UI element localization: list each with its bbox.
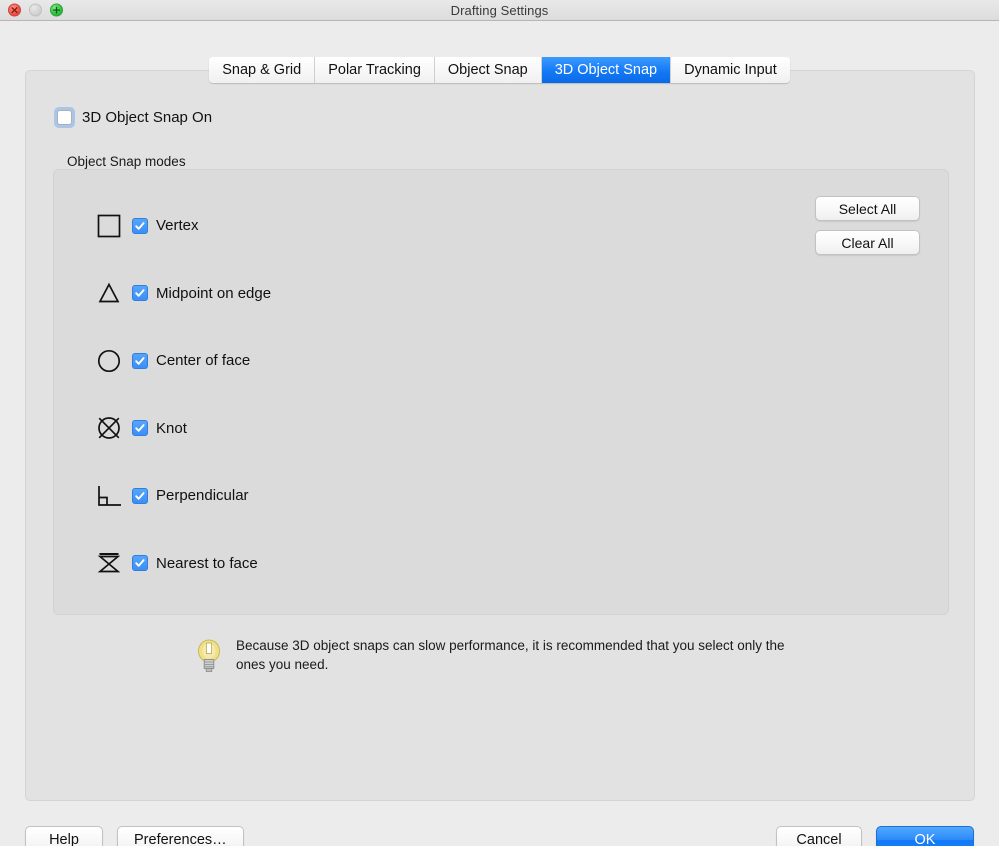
center-of-face-label: Center of face <box>156 352 251 370</box>
vertex-label: Vertex <box>156 217 199 235</box>
perpendicular-label: Perpendicular <box>156 487 249 505</box>
drafting-settings-dialog: 3D Object Snap On Object Snap modes Vert… <box>0 21 999 846</box>
window-title: Drafting Settings <box>450 2 549 18</box>
tab-polar-tracking[interactable]: Polar Tracking <box>315 57 435 83</box>
checkbox-unchecked-icon <box>57 110 72 125</box>
tab-content-panel: 3D Object Snap On Object Snap modes Vert… <box>25 70 975 801</box>
select-all-button[interactable]: Select All <box>815 196 920 221</box>
3d-object-snap-on-row[interactable]: 3D Object Snap On <box>54 107 212 128</box>
preferences-button[interactable]: Preferences… <box>117 826 244 846</box>
tab-dynamic-input[interactable]: Dynamic Input <box>671 57 790 83</box>
lightbulb-icon <box>198 639 220 672</box>
close-button[interactable]: × <box>8 3 21 17</box>
circle-x-icon <box>86 413 132 443</box>
snap-mode-row-nearest-to-face[interactable]: Nearest to face <box>54 530 948 598</box>
tab-object-snap[interactable]: Object Snap <box>434 57 542 83</box>
tab-bar: Snap & Grid Polar Tracking Object Snap 3… <box>0 57 999 83</box>
perpendicular-checkbox[interactable] <box>132 487 148 504</box>
dialog-footer: Help Preferences… Cancel OK <box>0 815 999 846</box>
snap-mode-row-vertex[interactable]: Vertex <box>54 192 948 260</box>
window-controls: × + <box>8 3 63 17</box>
midpoint-on-edge-checkbox[interactable] <box>132 285 148 302</box>
3d-object-snap-on-label: 3D Object Snap On <box>82 109 213 126</box>
maximize-icon: + <box>51 3 62 16</box>
snap-mode-row-knot[interactable]: Knot <box>54 395 948 463</box>
vertex-checkbox[interactable] <box>132 217 148 234</box>
tab-3d-object-snap[interactable]: 3D Object Snap <box>541 57 672 83</box>
object-snap-modes-group: Vertex Midpoint on edge Center of face K… <box>53 169 949 615</box>
nearest-to-face-checkbox[interactable] <box>132 555 148 572</box>
knot-checkbox[interactable] <box>132 420 148 437</box>
circle-icon <box>86 348 132 374</box>
snap-mode-row-perpendicular[interactable]: Perpendicular <box>54 462 948 530</box>
minimize-button[interactable] <box>29 3 42 17</box>
window-titlebar: × + Drafting Settings <box>0 0 999 21</box>
perpendicular-icon <box>86 483 132 509</box>
close-icon: × <box>9 3 20 16</box>
maximize-button[interactable]: + <box>50 3 63 17</box>
snap-mode-row-center-of-face[interactable]: Center of face <box>54 327 948 395</box>
performance-tip: Because 3D object snaps can slow perform… <box>196 636 796 676</box>
hourglass-icon <box>86 549 132 577</box>
knot-label: Knot <box>156 419 187 437</box>
square-icon <box>86 213 132 239</box>
center-of-face-checkbox[interactable] <box>132 352 148 369</box>
tab-snap-and-grid[interactable]: Snap & Grid <box>209 57 316 83</box>
nearest-to-face-label: Nearest to face <box>156 554 258 572</box>
triangle-icon <box>86 280 132 306</box>
snap-mode-row-midpoint-on-edge[interactable]: Midpoint on edge <box>54 260 948 328</box>
ok-button[interactable]: OK <box>876 826 974 846</box>
3d-object-snap-on-checkbox[interactable] <box>54 107 75 128</box>
cancel-button[interactable]: Cancel <box>776 826 862 846</box>
object-snap-modes-title: Object Snap modes <box>67 154 186 169</box>
performance-tip-text: Because 3D object snaps can slow perform… <box>236 638 785 672</box>
midpoint-on-edge-label: Midpoint on edge <box>156 284 272 302</box>
help-button[interactable]: Help <box>25 826 103 846</box>
clear-all-button[interactable]: Clear All <box>815 230 920 255</box>
snap-modes-actions: Select All Clear All <box>815 196 920 255</box>
